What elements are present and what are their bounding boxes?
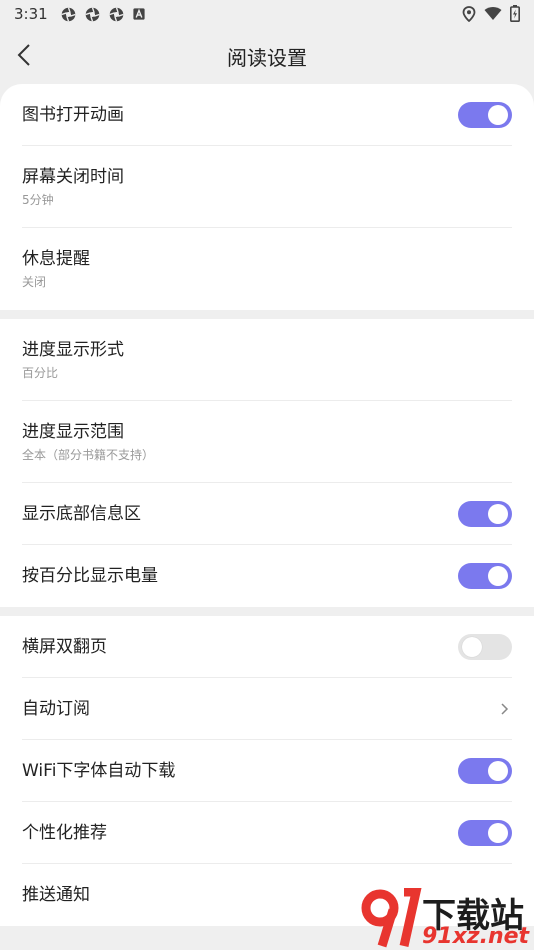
toggle-knob <box>488 760 508 781</box>
setting-label: 进度显示形式 <box>22 339 124 360</box>
wifi-font-download-toggle[interactable] <box>458 757 512 784</box>
settings-group-other: 横屏双翻页 自动订阅 WiFi下字体自动下载 个性化推荐 推送通知 <box>0 616 534 926</box>
setting-label: 进度显示范围 <box>22 421 124 442</box>
settings-sheet: 图书打开动画 屏幕关闭时间 5分钟 休息提醒 关闭 进度显示形式 百分比 进度显… <box>0 84 534 950</box>
aperture-notification-icon <box>109 6 124 22</box>
setting-label: 按百分比显示电量 <box>22 566 158 586</box>
setting-label: 休息提醒 <box>22 249 90 269</box>
toggle-knob <box>488 822 508 843</box>
setting-value: 百分比 <box>22 365 59 380</box>
setting-row-rest-reminder[interactable]: 休息提醒 关闭 <box>22 228 512 310</box>
toggle-knob <box>488 503 508 524</box>
settings-group-general: 图书打开动画 屏幕关闭时间 5分钟 休息提醒 关闭 <box>0 84 534 310</box>
setting-label: 图书打开动画 <box>22 104 124 125</box>
wifi-icon <box>484 7 502 20</box>
battery-percent-toggle[interactable] <box>458 563 512 589</box>
landscape-double-page-toggle[interactable] <box>458 633 512 660</box>
setting-row-book-open-animation[interactable]: 图书打开动画 <box>22 84 512 146</box>
setting-row-landscape-double-page[interactable]: 横屏双翻页 <box>22 616 512 678</box>
toggle-knob <box>488 104 508 125</box>
toggle-knob <box>462 636 482 657</box>
setting-label: 屏幕关闭时间 <box>22 166 124 187</box>
bottom-info-area-toggle[interactable] <box>458 500 512 527</box>
personalized-recommendation-toggle[interactable] <box>458 819 512 846</box>
setting-value: 关闭 <box>22 275 47 289</box>
a-badge-notification-icon <box>133 8 145 20</box>
setting-row-progress-range[interactable]: 进度显示范围 全本（部分书籍不支持） <box>22 401 512 483</box>
battery-icon <box>510 5 520 22</box>
settings-group-progress: 进度显示形式 百分比 进度显示范围 全本（部分书籍不支持） 显示底部信息区 按百… <box>0 319 534 607</box>
setting-value: 全本（部分书籍不支持） <box>22 447 155 462</box>
setting-value: 5分钟 <box>22 192 54 207</box>
setting-row-personalized-recommendation[interactable]: 个性化推荐 <box>22 802 512 864</box>
aperture-notification-icon <box>85 6 100 22</box>
setting-label: WiFi下字体自动下载 <box>22 760 176 781</box>
watermark-logo: 下载站 91xz.net <box>360 888 532 950</box>
status-right-icons <box>462 5 520 22</box>
setting-row-wifi-font-download[interactable]: WiFi下字体自动下载 <box>22 740 512 802</box>
setting-row-battery-percent[interactable]: 按百分比显示电量 <box>22 545 512 607</box>
watermark-91-logo-icon <box>361 888 422 948</box>
watermark-text-bottom: 91xz.net <box>422 924 530 949</box>
setting-row-bottom-info-area[interactable]: 显示底部信息区 <box>22 483 512 545</box>
toggle-knob <box>488 566 508 586</box>
chevron-right-icon <box>501 702 509 715</box>
page-title: 阅读设置 <box>227 46 307 70</box>
status-time: 3:31 <box>14 5 48 23</box>
top-app-bar: 阅读设置 <box>0 28 534 84</box>
setting-row-progress-format[interactable]: 进度显示形式 百分比 <box>22 319 512 401</box>
setting-label: 个性化推荐 <box>22 822 107 843</box>
setting-label: 显示底部信息区 <box>22 503 141 524</box>
location-icon <box>462 5 476 22</box>
setting-row-auto-subscribe[interactable]: 自动订阅 <box>22 678 512 740</box>
setting-label: 横屏双翻页 <box>22 636 107 657</box>
setting-row-screen-off-time[interactable]: 屏幕关闭时间 5分钟 <box>22 146 512 228</box>
aperture-notification-icon <box>61 6 76 22</box>
status-bar: 3:31 <box>0 0 534 28</box>
setting-label: 自动订阅 <box>22 698 90 719</box>
book-open-animation-toggle[interactable] <box>458 101 512 128</box>
